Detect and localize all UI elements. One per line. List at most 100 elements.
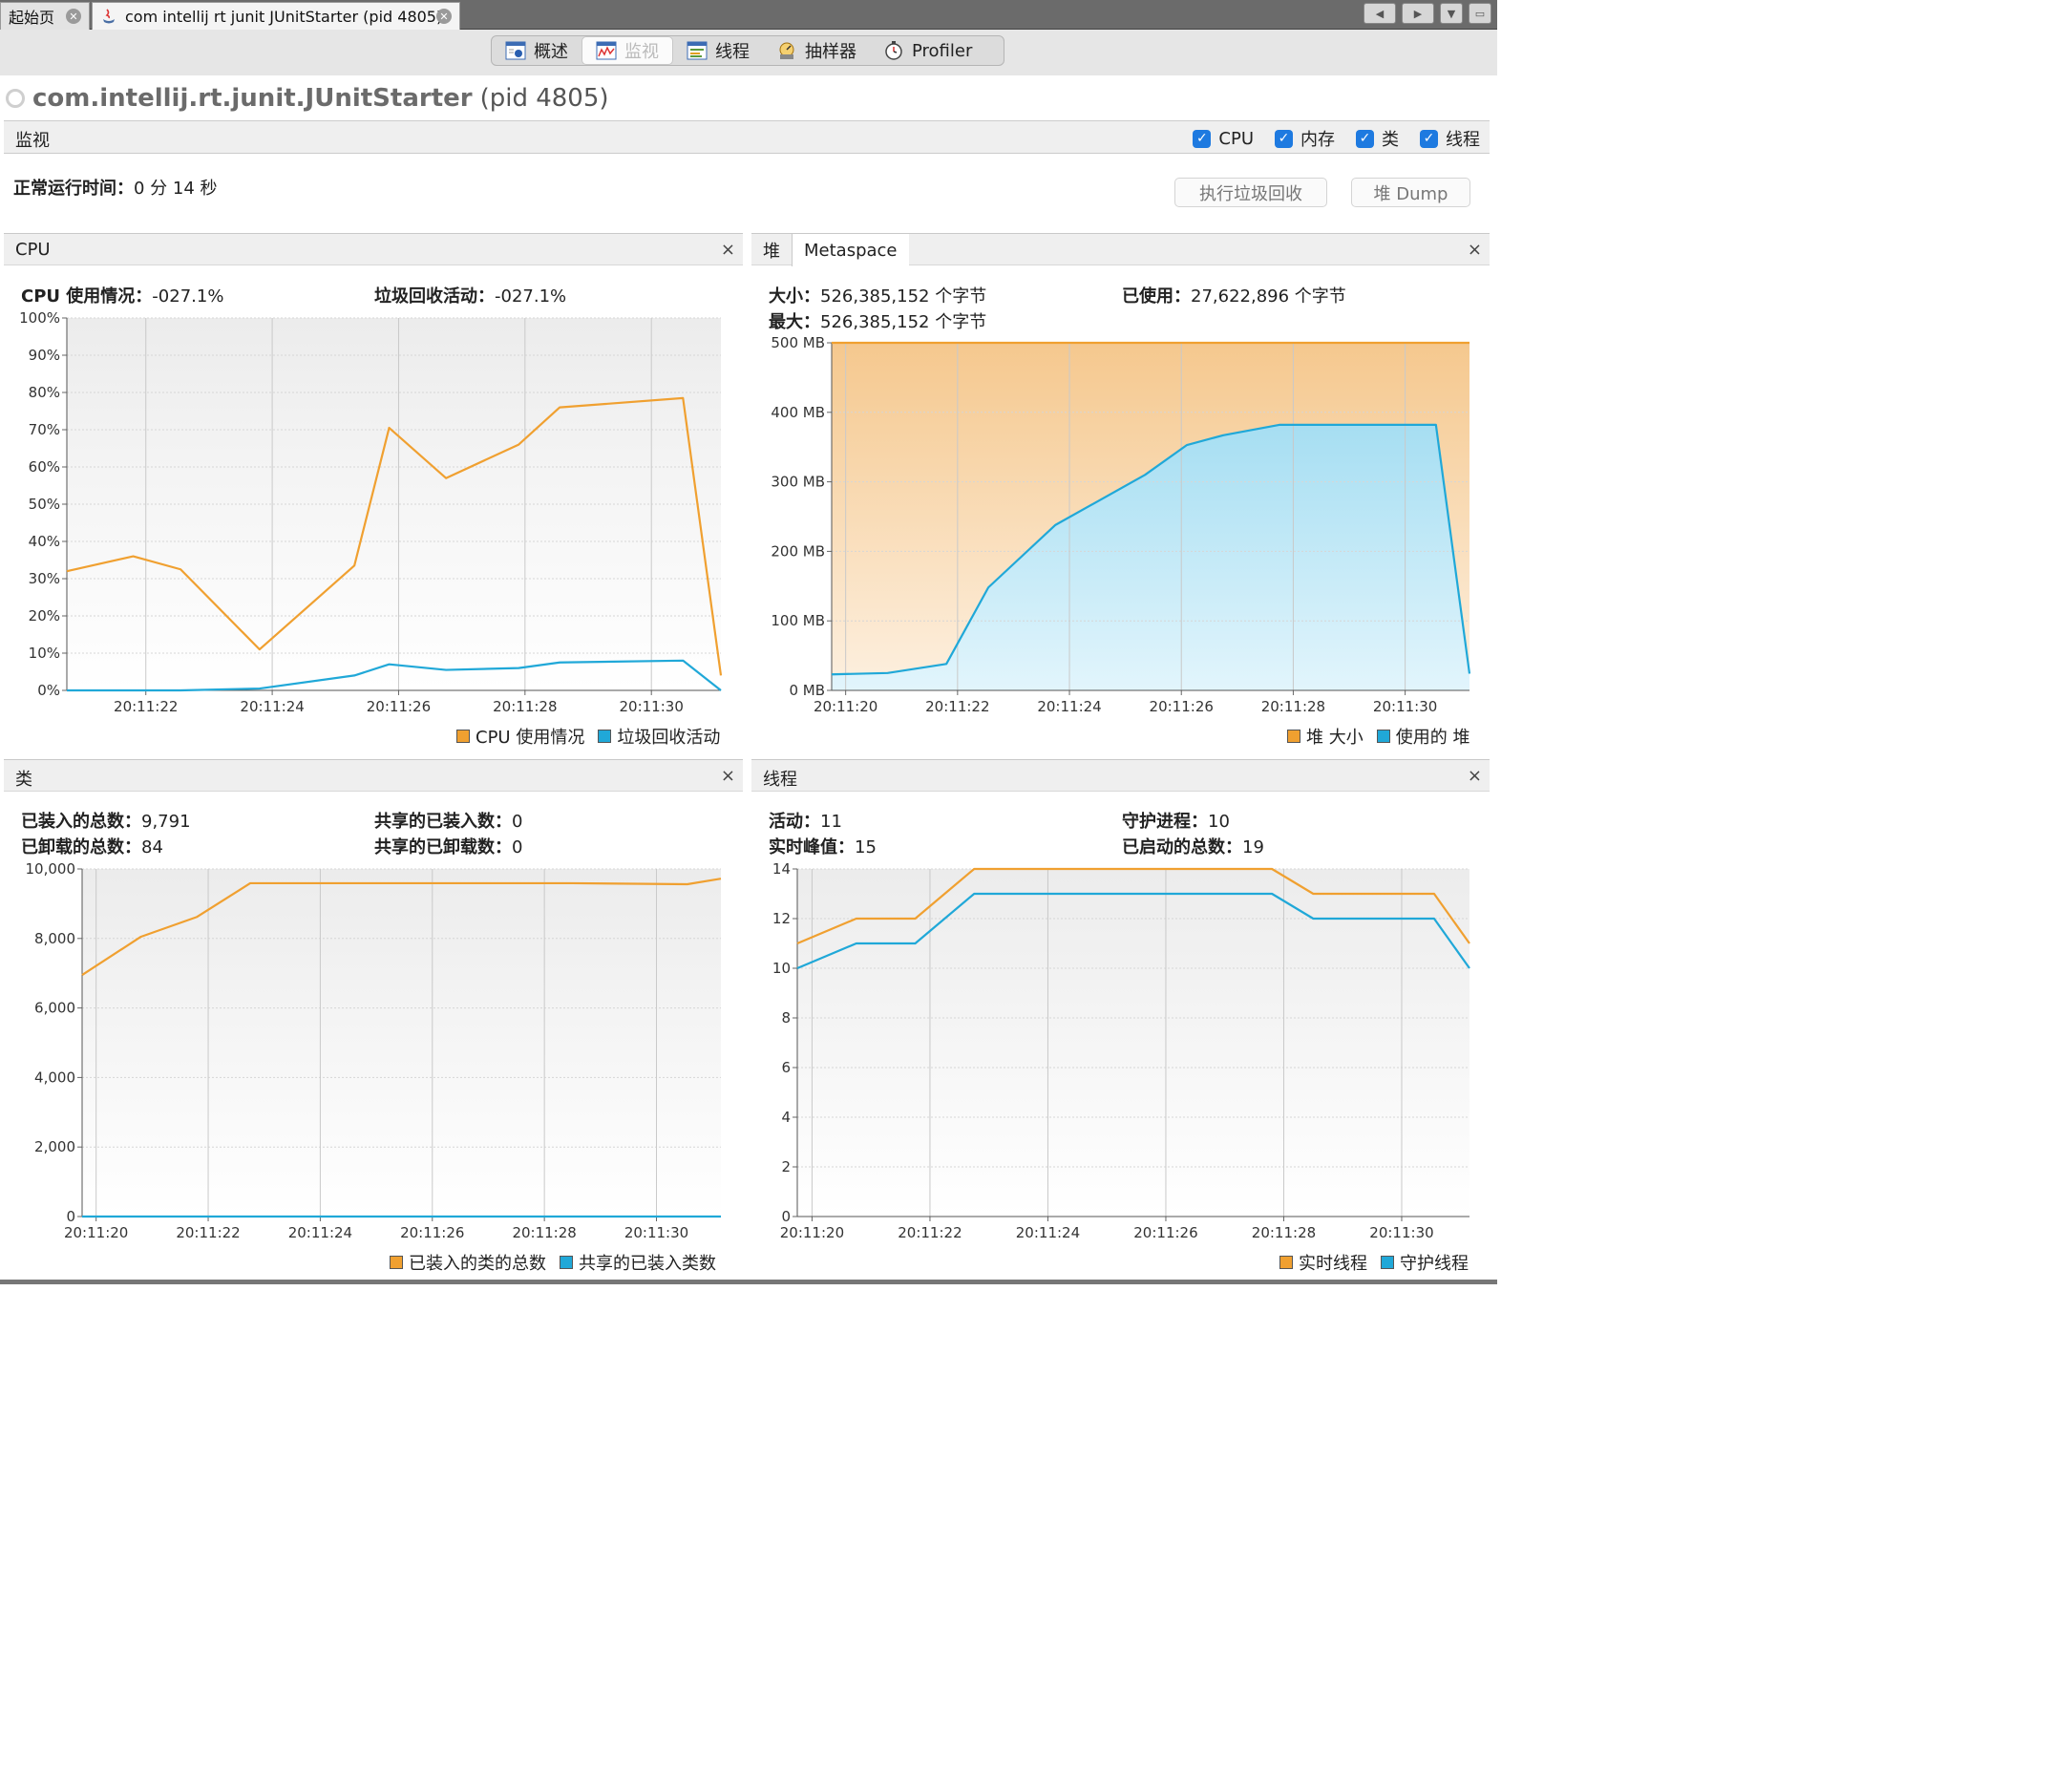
x-tick-label: 20:11:22 [176, 1224, 240, 1241]
close-icon[interactable]: ✕ [436, 9, 452, 24]
tab-metaspace[interactable]: Metaspace [793, 234, 909, 266]
threads-panel-header: 线程 × [751, 759, 1490, 792]
x-tick-label: 20:11:20 [780, 1224, 844, 1241]
x-tick-label: 20:11:30 [1373, 698, 1437, 715]
legend-swatch [1376, 730, 1390, 743]
tab-junit-starter-label: com intellij rt junit JUnitStarter (pid … [125, 7, 443, 26]
started-total-stat: 已启动的总数：19 [1122, 834, 1264, 858]
checkmark-icon: ✓ [1356, 129, 1374, 148]
shared-loaded-stat: 共享的已装入数：0 [374, 808, 522, 833]
y-tick-label: 8 [781, 1009, 791, 1027]
close-icon[interactable]: × [1468, 766, 1482, 786]
tab-heap-label: 堆 [763, 242, 780, 262]
threads-button[interactable]: 线程 [673, 36, 763, 65]
stat-value: 27,622,896 个字节 [1191, 286, 1346, 307]
y-tick-label: 50% [29, 496, 60, 513]
profiler-button[interactable]: Profiler [870, 36, 985, 65]
legend-label: 已装入的类的总数 [409, 1254, 546, 1274]
heap-size-stat: 大小：526,385,152 个字节 [769, 283, 986, 307]
live-threads-stat: 活动：11 [769, 808, 842, 833]
shared-unloaded-stat: 共享的已卸载数：0 [374, 834, 522, 858]
x-tick-label: 20:11:24 [1037, 698, 1101, 715]
y-tick-label: 30% [29, 570, 60, 587]
stat-value: 526,385,152 个字节 [820, 312, 987, 332]
uptime-value: 0 分 14 秒 [134, 179, 218, 199]
legend-item: 共享的已装入类数 [560, 1250, 716, 1275]
stat-label: 已启动的总数： [1122, 837, 1242, 857]
document-tab-bar: 起始页 ✕ com intellij rt junit JUnitStarter… [0, 0, 1497, 30]
heap-dump-button[interactable]: 堆 Dump [1351, 178, 1470, 207]
y-tick-label: 20% [29, 607, 60, 624]
stat-label: 共享的已装入数： [374, 812, 512, 832]
y-tick-label: 40% [29, 533, 60, 550]
legend-label: 垃圾回收活动 [617, 728, 721, 748]
x-tick-label: 20:11:28 [512, 1224, 576, 1241]
x-tick-label: 20:11:30 [1369, 1224, 1433, 1241]
sampler-button[interactable]: 抽样器 [763, 36, 870, 65]
cpu-usage-stat: CPU 使用情况：-027.1% [21, 283, 223, 307]
overview-button[interactable]: 概述 [492, 36, 581, 65]
y-tick-label: 400 MB [771, 404, 825, 421]
legend-item: CPU 使用情况 [456, 724, 584, 749]
cpu-checkbox[interactable]: ✓ CPU [1193, 126, 1254, 151]
classes-checkbox[interactable]: ✓ 类 [1356, 126, 1399, 151]
uptime-label: 正常运行时间： [13, 179, 134, 199]
legend-item: 堆 大小 [1287, 724, 1364, 749]
view-toolbar-area: 概述 监视 线程 抽样器 Profiler [0, 30, 1497, 75]
stat-value: 526,385,152 个字节 [820, 286, 987, 307]
stat-value: 84 [141, 837, 163, 857]
plot-background [67, 318, 721, 690]
plot-background [797, 869, 1469, 1217]
threads-label: 线程 [715, 42, 750, 62]
perform-gc-button[interactable]: 执行垃圾回收 [1174, 178, 1327, 207]
restore-window-icon[interactable]: ▭ [1469, 3, 1491, 24]
classes-legend: 已装入的类的总数 共享的已装入类数 [390, 1250, 716, 1275]
tab-heap[interactable]: 堆 [751, 234, 793, 266]
stat-label: 活动： [769, 812, 820, 832]
threads-checkbox[interactable]: ✓ 线程 [1420, 126, 1480, 151]
monitor-button[interactable]: 监视 [581, 36, 673, 65]
y-tick-label: 90% [29, 347, 60, 364]
close-icon[interactable]: × [1468, 240, 1482, 260]
y-tick-label: 70% [29, 421, 60, 438]
dropdown-icon[interactable]: ▼ [1440, 3, 1463, 24]
y-tick-label: 12 [772, 910, 791, 927]
memory-checkbox[interactable]: ✓ 内存 [1275, 126, 1335, 151]
sampler-label: 抽样器 [805, 42, 856, 62]
threads-legend: 实时线程 守护线程 [1279, 1250, 1469, 1275]
tab-start-page[interactable]: 起始页 ✕ [0, 2, 90, 30]
profiler-icon [883, 41, 904, 60]
x-tick-label: 20:11:28 [1261, 698, 1325, 715]
legend-swatch [1279, 1256, 1293, 1269]
uptime: 正常运行时间：0 分 14 秒 [13, 175, 218, 200]
monitor-label: 监视 [15, 131, 50, 151]
close-icon[interactable]: × [721, 240, 735, 260]
legend-item: 守护线程 [1381, 1250, 1469, 1275]
view-toolbar: 概述 监视 线程 抽样器 Profiler [491, 35, 1004, 66]
legend-item: 已装入的类的总数 [390, 1250, 546, 1275]
loaded-total-stat: 已装入的总数：9,791 [21, 808, 191, 833]
stat-label: CPU 使用情况： [21, 286, 153, 307]
heap-panel-header: 堆 Metaspace × [751, 233, 1490, 266]
close-icon[interactable]: ✕ [66, 9, 81, 24]
profiler-label: Profiler [912, 40, 973, 61]
scroll-left-icon[interactable]: ◀ [1364, 3, 1396, 24]
gc-activity-stat: 垃圾回收活动：-027.1% [374, 283, 566, 307]
y-tick-label: 6,000 [34, 1000, 75, 1017]
legend-label: CPU 使用情况 [476, 728, 585, 748]
checkmark-icon: ✓ [1193, 129, 1212, 148]
tab-junit-starter[interactable]: com intellij rt junit JUnitStarter (pid … [92, 2, 460, 30]
y-tick-label: 100 MB [771, 612, 825, 629]
y-tick-label: 300 MB [771, 474, 825, 491]
monitor-checkboxes: ✓ CPU ✓ 内存 ✓ 类 ✓ 线程 [1193, 126, 1480, 151]
legend-swatch [1287, 730, 1300, 743]
scroll-right-icon[interactable]: ▶ [1402, 3, 1434, 24]
stat-value: -027.1% [152, 286, 224, 307]
legend-swatch [390, 1256, 403, 1269]
x-tick-label: 20:11:24 [288, 1224, 352, 1241]
close-icon[interactable]: × [721, 766, 735, 786]
y-tick-label: 80% [29, 384, 60, 401]
y-tick-label: 8,000 [34, 930, 75, 947]
y-tick-label: 60% [29, 458, 60, 476]
stat-label: 大小： [769, 286, 820, 307]
